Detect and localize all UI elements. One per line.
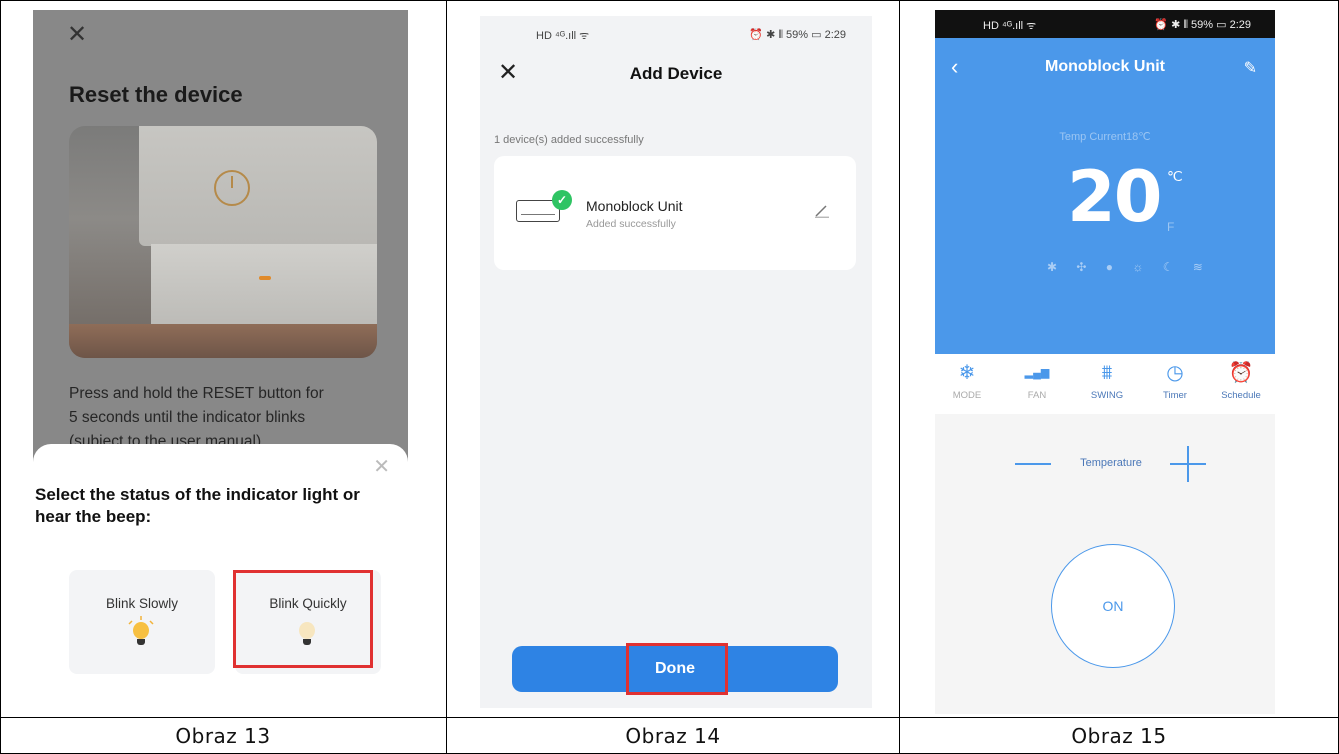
device-body <box>139 126 377 246</box>
success-check-icon: ✓ <box>552 190 572 210</box>
status-bar: HD ⁴ᴳ.ıll ᯤ ⏰ ✱ ⫴ 59% ▭ 2:29 <box>935 10 1275 38</box>
monoblock-control-screen: HD ⁴ᴳ.ıll ᯤ ⏰ ✱ ⫴ 59% ▭ 2:29 ‹ Monoblock… <box>935 10 1275 714</box>
mode-status-icons: ✱ ✣ ● ☼ ☾ ≋ <box>1047 260 1211 274</box>
temperature-header: ‹ Monoblock Unit ✎ Temp Current18℃ 20 ℃ … <box>935 38 1275 354</box>
edit-pencil-icon[interactable]: ✎ <box>1244 58 1257 78</box>
schedule-button[interactable]: ⏰ Schedule <box>1213 360 1269 401</box>
done-highlight <box>626 643 728 695</box>
celsius-unit[interactable]: ℃ <box>1167 168 1183 185</box>
device-name: Monoblock Unit <box>586 198 683 214</box>
close-icon[interactable]: ✕ <box>67 20 87 49</box>
temperature-label: Temperature <box>1080 457 1142 469</box>
device-status: Added successfully <box>586 218 676 230</box>
swing-icon: ⩩ <box>1101 362 1113 384</box>
timer-button[interactable]: ◷ Timer <box>1147 360 1203 401</box>
caption-13: Obraz 13 <box>175 724 271 748</box>
caption-14: Obraz 14 <box>625 724 721 748</box>
table-divider-1 <box>446 0 447 754</box>
current-temperature: Temp Current18℃ <box>1059 131 1151 143</box>
swing-button[interactable]: ⩩ SWING <box>1079 360 1135 401</box>
button-label: MODE <box>952 390 982 401</box>
device-photo <box>69 126 377 358</box>
edit-pencil-icon[interactable] <box>814 204 830 218</box>
temperature-increase-button[interactable] <box>1187 446 1189 482</box>
page-title: Monoblock Unit <box>1045 58 1165 75</box>
clock-icon: ◷ <box>1166 362 1184 384</box>
status-bar-left: HD ⁴ᴳ.ıll ᯤ <box>983 20 1037 32</box>
button-label: Timer <box>1163 390 1187 401</box>
mode-button[interactable]: ❄ MODE <box>939 360 995 401</box>
bulb-lit-icon <box>128 616 154 650</box>
fan-button[interactable]: ▂▄▆ FAN <box>1009 360 1065 401</box>
instruction-line: 5 seconds until the indicator blinks <box>69 409 306 426</box>
status-bar-left: HD ⁴ᴳ.ıll ᯤ <box>536 30 590 42</box>
fan-bars-icon: ▂▄▆ <box>1024 367 1050 379</box>
device-base <box>151 244 377 326</box>
power-button[interactable]: ON <box>1051 544 1175 668</box>
blink-quickly-highlight <box>233 570 373 668</box>
button-label: SWING <box>1090 390 1124 401</box>
sheet-title: Select the status of the indicator light… <box>35 485 360 526</box>
device-card[interactable]: ✓ Monoblock Unit Added successfully <box>494 156 856 270</box>
option-label: Blink Slowly <box>105 596 179 611</box>
added-count-note: 1 device(s) added successfully <box>494 134 644 146</box>
sheet-close-icon[interactable]: ✕ <box>373 454 390 479</box>
blink-slowly-option[interactable]: Blink Slowly <box>69 570 215 674</box>
instruction-line: Press and hold the RESET button for <box>69 385 324 402</box>
page-title: Reset the device <box>69 82 243 107</box>
function-bar: ❄ MODE ▂▄▆ FAN ⩩ SWING ◷ Timer ⏰ Schedul… <box>935 354 1275 414</box>
photo-floor <box>69 324 377 358</box>
indicator-led <box>259 276 271 280</box>
status-bar-right: ⏰ ✱ ⫴ 59% ▭ 2:29 <box>1154 19 1251 31</box>
table-border-left <box>0 0 1 754</box>
power-icon <box>214 170 250 206</box>
button-label: FAN <box>1027 390 1047 401</box>
page-title: Add Device <box>629 64 723 83</box>
button-label: Schedule <box>1221 390 1261 401</box>
set-temperature: 20 <box>1067 156 1162 238</box>
alarm-icon: ⏰ <box>1228 362 1254 384</box>
snowflake-icon: ❄ <box>958 362 976 384</box>
fahrenheit-unit[interactable]: F <box>1167 220 1174 234</box>
status-bar-right: ⏰ ✱ ⫴ 59% ▭ 2:29 <box>749 29 846 41</box>
caption-15: Obraz 15 <box>1071 724 1167 748</box>
add-device-screen: HD ⁴ᴳ.ıll ᯤ ⏰ ✱ ⫴ 59% ▭ 2:29 ✕ Add Devic… <box>480 16 872 708</box>
table-divider-2 <box>899 0 900 754</box>
table-border-top <box>0 0 1339 1</box>
